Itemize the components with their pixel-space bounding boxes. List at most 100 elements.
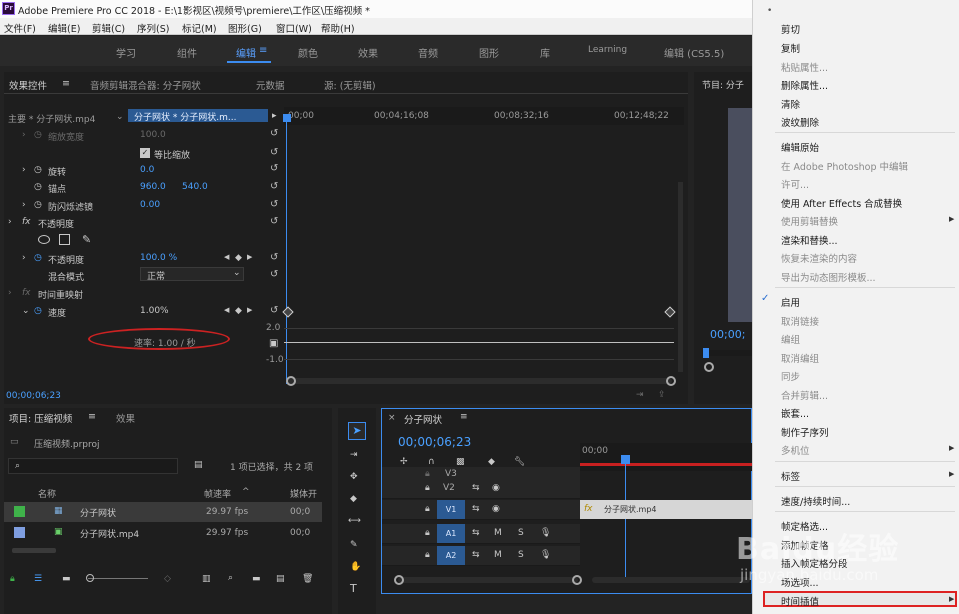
microphone-icon[interactable]: 🎙︎ bbox=[540, 528, 551, 538]
stopwatch-icon[interactable]: ◷ bbox=[34, 306, 42, 316]
effect-timeline-ruler[interactable]: 00;00 00;04;16;08 00;08;32;16 00;12;48;2… bbox=[284, 107, 684, 125]
scale-width-value[interactable]: 100.0 bbox=[140, 130, 166, 140]
column-media-start[interactable]: 媒体开 bbox=[290, 487, 317, 500]
menu-clip[interactable]: 剪辑(C) bbox=[92, 21, 125, 35]
sync-lock-icon[interactable]: ⇆ bbox=[472, 504, 480, 514]
menu-file[interactable]: 文件(F) bbox=[4, 21, 36, 35]
workspace-learning[interactable]: Learning bbox=[588, 45, 627, 55]
speed-graph-line[interactable] bbox=[284, 342, 674, 343]
workspace-learn[interactable]: 学习 bbox=[116, 45, 136, 60]
project-item-name[interactable]: 分子网状.mp4 bbox=[80, 527, 139, 540]
reset-icon[interactable]: ↺ bbox=[270, 217, 280, 227]
program-playhead[interactable] bbox=[703, 348, 709, 358]
sync-lock-icon[interactable]: ⇆ bbox=[472, 528, 480, 538]
reset-icon[interactable]: ↺ bbox=[270, 129, 280, 139]
workspace-effects[interactable]: 效果 bbox=[358, 45, 378, 60]
menu-item-copy[interactable]: 复制 bbox=[781, 41, 800, 55]
stopwatch-icon[interactable]: ◷ bbox=[34, 130, 42, 140]
sort-icon[interactable]: ◇ bbox=[164, 574, 171, 584]
zoom-slider-handle[interactable] bbox=[86, 574, 94, 582]
expand-arrow-icon[interactable]: › bbox=[22, 200, 26, 210]
eye-icon[interactable]: ◉ bbox=[492, 504, 500, 514]
chevron-down-icon[interactable]: ⌄ bbox=[116, 112, 124, 122]
sort-ascending-icon[interactable]: ^ bbox=[242, 487, 250, 497]
fx-icon[interactable]: fx bbox=[22, 288, 31, 298]
lock-icon[interactable]: 🔒︎ bbox=[425, 469, 430, 479]
fx-icon[interactable]: fx bbox=[22, 217, 31, 227]
slip-tool-icon[interactable]: ⟷ bbox=[348, 516, 361, 526]
pen-tool-icon[interactable]: ✎ bbox=[350, 540, 358, 550]
track-scrollbar[interactable] bbox=[398, 577, 578, 583]
add-keyframe-icon[interactable]: ◆ bbox=[235, 253, 242, 263]
play-icon[interactable]: ▸ bbox=[272, 111, 277, 121]
stopwatch-icon[interactable]: ◷ bbox=[34, 200, 42, 210]
column-name[interactable]: 名称 bbox=[38, 487, 56, 500]
menu-item-enable[interactable]: 启用 bbox=[781, 295, 800, 309]
automate-icon[interactable]: ▥ bbox=[202, 574, 211, 584]
speed-value[interactable]: 1.00% bbox=[140, 306, 169, 316]
label-color-swatch[interactable] bbox=[14, 527, 25, 538]
menu-window[interactable]: 窗口(W) bbox=[276, 21, 312, 35]
effect-playhead-handle[interactable] bbox=[283, 114, 291, 122]
mute-button[interactable]: M bbox=[494, 550, 502, 560]
tab-audio-mixer[interactable]: 音频剪辑混合器: 分子网状 bbox=[90, 78, 201, 92]
project-row-selected[interactable] bbox=[4, 502, 322, 522]
menu-marker[interactable]: 标记(M) bbox=[182, 21, 217, 35]
track-target-a1[interactable]: A1 bbox=[437, 524, 465, 543]
column-framerate[interactable]: 帧速率 bbox=[204, 487, 231, 500]
label-color-swatch[interactable] bbox=[14, 506, 25, 517]
panel-menu-icon[interactable]: ≡ bbox=[88, 411, 96, 422]
next-keyframe-icon[interactable]: ▶ bbox=[247, 306, 252, 314]
stopwatch-icon[interactable]: ◷ bbox=[34, 182, 42, 192]
lock-icon[interactable]: 🔒︎ bbox=[425, 504, 430, 514]
menu-sequence[interactable]: 序列(S) bbox=[137, 21, 169, 35]
timeline-ruler[interactable]: 00;00 bbox=[580, 443, 752, 471]
speed-keyframe-start[interactable] bbox=[282, 306, 294, 318]
lock-icon[interactable]: 🔒︎ bbox=[10, 574, 15, 584]
tab-effects[interactable]: 效果 bbox=[116, 411, 135, 425]
menu-item-replace-ae[interactable]: 使用 After Effects 合成替换 bbox=[781, 196, 902, 210]
menu-item-time-interpolation[interactable]: 时间插值 bbox=[781, 594, 819, 608]
scroll-handle-left[interactable] bbox=[394, 575, 404, 585]
menu-edit[interactable]: 编辑(E) bbox=[48, 21, 80, 35]
trash-icon[interactable]: 🗑︎ bbox=[302, 574, 313, 584]
razor-tool-icon[interactable]: ◆ bbox=[350, 494, 357, 504]
expand-arrow-icon[interactable]: ⌄ bbox=[22, 306, 30, 316]
sync-lock-icon[interactable]: ⇆ bbox=[472, 483, 480, 493]
workspace-editing-cs55[interactable]: 编辑 (CS5.5) bbox=[664, 45, 724, 60]
tab-metadata[interactable]: 元数据 bbox=[256, 78, 285, 92]
reset-icon[interactable]: ↺ bbox=[270, 148, 280, 158]
add-marker-icon[interactable]: ◆ bbox=[488, 457, 495, 467]
menu-item-speed-duration[interactable]: 速度/持续时间... bbox=[781, 494, 850, 508]
workspace-menu-icon[interactable]: ≡ bbox=[259, 45, 267, 56]
next-keyframe-icon[interactable]: ▶ bbox=[247, 253, 252, 261]
stopwatch-icon[interactable]: ◷ bbox=[34, 165, 42, 175]
reset-icon[interactable]: ↺ bbox=[270, 164, 280, 174]
workspace-graphics[interactable]: 图形 bbox=[479, 45, 499, 60]
panel-menu-icon[interactable]: ≡ bbox=[460, 412, 468, 422]
workspace-audio[interactable]: 音频 bbox=[418, 45, 438, 60]
timeline-playhead-handle[interactable] bbox=[621, 455, 630, 464]
effect-scrollbar[interactable] bbox=[286, 378, 672, 384]
lock-icon[interactable]: 🔒︎ bbox=[425, 528, 430, 538]
menu-item-clear[interactable]: 清除 bbox=[781, 97, 800, 111]
menu-item-edit-original[interactable]: 编辑原始 bbox=[781, 140, 819, 154]
work-area-bar[interactable] bbox=[580, 463, 752, 466]
expand-arrow-icon[interactable]: › bbox=[22, 130, 26, 140]
lock-icon[interactable]: 🔒︎ bbox=[425, 550, 430, 560]
insert-sequence-icon[interactable]: ✢ bbox=[400, 457, 408, 467]
prev-keyframe-icon[interactable]: ◀ bbox=[224, 253, 229, 261]
video-clip[interactable]: fx 分子网状.mp4 bbox=[580, 500, 752, 519]
wrench-icon[interactable]: 🔧︎ bbox=[514, 457, 525, 467]
scroll-handle-right[interactable] bbox=[572, 575, 582, 585]
flicker-value[interactable]: 0.00 bbox=[140, 200, 160, 210]
menu-help[interactable]: 帮助(H) bbox=[321, 21, 355, 35]
new-bin-icon[interactable]: ▬ bbox=[252, 574, 261, 584]
speed-graph-icon[interactable]: ▣ bbox=[269, 338, 278, 349]
linked-selection-icon[interactable]: ▩ bbox=[456, 457, 465, 467]
program-timecode[interactable]: 00;00; bbox=[710, 328, 745, 341]
expand-arrow-icon[interactable]: › bbox=[8, 288, 12, 298]
blend-mode-dropdown[interactable]: 正常 ⌄ bbox=[140, 267, 244, 282]
sequence-tab-title[interactable]: 分子网状 bbox=[404, 412, 442, 426]
vertical-scrollbar[interactable] bbox=[678, 182, 683, 372]
